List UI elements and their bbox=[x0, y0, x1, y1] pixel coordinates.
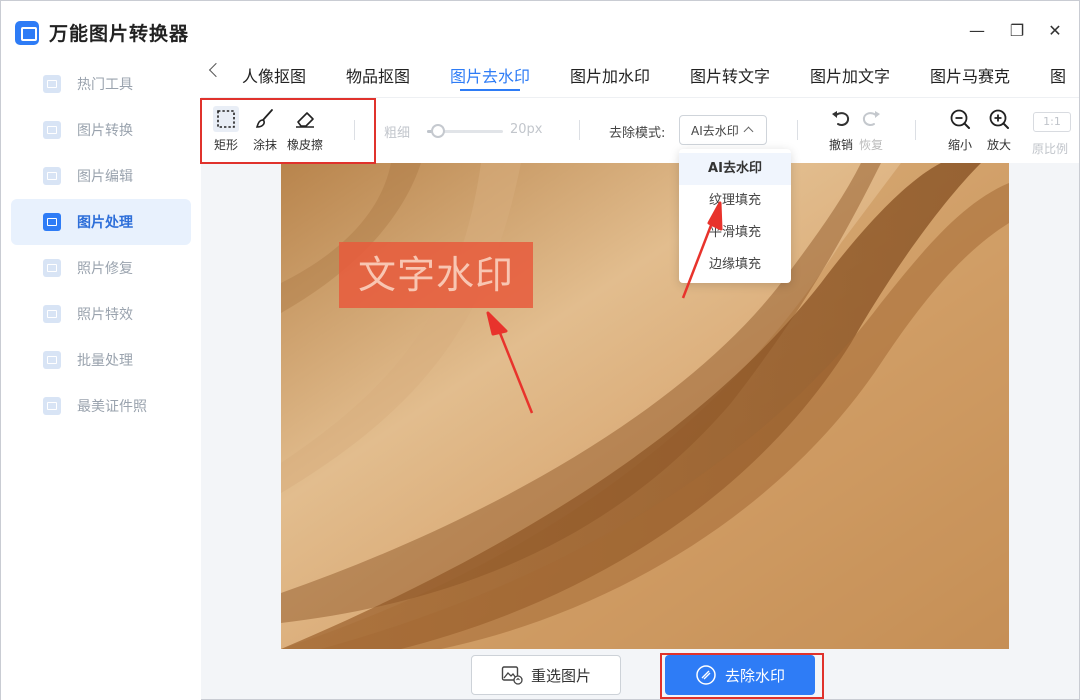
feature-tabs: 人像抠图 物品抠图 图片去水印 图片加水印 图片转文字 图片加文字 图片马赛克 … bbox=[201, 57, 1079, 91]
brush-tool-label: 涂抹 bbox=[252, 138, 277, 152]
sidebar-item-label: 热门工具 bbox=[77, 77, 133, 93]
sidebar-item-label: 图片转换 bbox=[77, 123, 133, 139]
mode-option-ai[interactable]: AI去水印 bbox=[679, 153, 791, 185]
tab-image-to-text[interactable]: 图片转文字 bbox=[690, 63, 770, 87]
hot-tools-icon bbox=[43, 75, 61, 93]
remove-mode-dropdown: AI去水印 纹理填充 平滑填充 边缘填充 bbox=[679, 149, 791, 283]
tab-portrait-cutout[interactable]: 人像抠图 bbox=[242, 63, 306, 87]
redo-icon bbox=[862, 111, 880, 126]
photo-effects-icon bbox=[43, 305, 61, 323]
sidebar-item-photo-repair[interactable]: 照片修复 bbox=[11, 245, 191, 291]
reselect-image-button[interactable]: 重选图片 bbox=[471, 655, 621, 695]
rect-select-icon bbox=[213, 106, 239, 132]
eraser-tool-label: 橡皮擦 bbox=[287, 138, 324, 152]
remove-watermark-label: 去除水印 bbox=[724, 666, 785, 685]
sidebar: 万能图片转换器 热门工具 图片转换 图片编辑 图片处理 照片修复 照片特效 批量… bbox=[1, 1, 201, 700]
redo-label: 恢复 bbox=[858, 138, 883, 152]
toolbar-divider bbox=[915, 120, 916, 140]
remove-watermark-button[interactable]: 去除水印 bbox=[665, 655, 815, 695]
thickness-value: 20px bbox=[510, 122, 543, 137]
app-window: 万能图片转换器 热门工具 图片转换 图片编辑 图片处理 照片修复 照片特效 批量… bbox=[0, 0, 1080, 700]
batch-process-icon bbox=[43, 351, 61, 369]
image-convert-icon bbox=[43, 121, 61, 139]
redo-button[interactable]: 恢复 bbox=[853, 106, 889, 153]
top-bar: — ❐ ✕ 人像抠图 物品抠图 图片去水印 图片加水印 图片转文字 图片加文字 … bbox=[201, 1, 1079, 97]
sidebar-item-id-photo[interactable]: 最美证件照 bbox=[11, 383, 191, 429]
rect-tool-label: 矩形 bbox=[213, 138, 238, 152]
brush-tool-button[interactable]: 涂抹 bbox=[247, 106, 283, 153]
zoom-in-button[interactable]: 放大 bbox=[981, 106, 1017, 153]
sidebar-item-batch-process[interactable]: 批量处理 bbox=[11, 337, 191, 383]
sidebar-item-photo-effects[interactable]: 照片特效 bbox=[11, 291, 191, 337]
eraser-icon bbox=[296, 112, 314, 128]
bottom-bar: 重选图片 去除水印 bbox=[201, 649, 1079, 699]
zoom-in-icon bbox=[989, 109, 1009, 129]
reselect-image-label: 重选图片 bbox=[530, 666, 591, 685]
tab-add-text[interactable]: 图片加文字 bbox=[810, 63, 890, 87]
remove-watermark-icon bbox=[696, 665, 716, 685]
sidebar-item-label: 批量处理 bbox=[77, 353, 133, 369]
image-process-icon bbox=[43, 213, 61, 231]
rect-tool-button[interactable]: 矩形 bbox=[208, 106, 244, 153]
tab-object-cutout[interactable]: 物品抠图 bbox=[346, 63, 410, 87]
zoom-out-button[interactable]: 缩小 bbox=[942, 106, 978, 153]
id-photo-icon bbox=[43, 397, 61, 415]
sidebar-item-label: 最美证件照 bbox=[77, 399, 147, 415]
toolbar-divider bbox=[354, 120, 355, 140]
zoom-out-icon bbox=[950, 109, 970, 129]
tab-add-watermark[interactable]: 图片加水印 bbox=[570, 63, 650, 87]
remove-mode-value: AI去水印 bbox=[691, 124, 739, 138]
thickness-label: 粗细 bbox=[384, 126, 411, 141]
image-edit-icon bbox=[43, 167, 61, 185]
remove-mode-label: 去除模式: bbox=[609, 126, 666, 141]
zoom-in-label: 放大 bbox=[986, 138, 1011, 152]
active-tab-indicator bbox=[460, 89, 520, 91]
mode-option-edge-fill[interactable]: 边缘填充 bbox=[679, 249, 791, 281]
tab-remove-watermark[interactable]: 图片去水印 bbox=[450, 63, 530, 87]
app-title: 万能图片转换器 bbox=[49, 23, 190, 45]
zoom-out-label: 缩小 bbox=[947, 138, 972, 152]
minimize-button[interactable]: — bbox=[967, 21, 987, 40]
original-ratio-button[interactable]: 1:1 bbox=[1033, 112, 1071, 132]
maximize-button[interactable]: ❐ bbox=[1007, 21, 1027, 40]
sidebar-item-hot-tools[interactable]: 热门工具 bbox=[11, 61, 191, 107]
chevron-up-icon bbox=[743, 126, 754, 137]
thickness-slider-handle[interactable] bbox=[431, 124, 446, 138]
tab-more[interactable]: 图 bbox=[1050, 63, 1066, 87]
sidebar-nav: 热门工具 图片转换 图片编辑 图片处理 照片修复 照片特效 批量处理 最美证件照 bbox=[11, 61, 191, 429]
sidebar-item-image-process[interactable]: 图片处理 bbox=[11, 199, 191, 245]
sidebar-item-label: 照片特效 bbox=[77, 307, 133, 323]
sidebar-item-image-convert[interactable]: 图片转换 bbox=[11, 107, 191, 153]
original-ratio-label: 原比例 bbox=[1032, 142, 1069, 156]
sidebar-item-label: 图片编辑 bbox=[77, 169, 133, 185]
close-button[interactable]: ✕ bbox=[1045, 21, 1065, 40]
background-image bbox=[281, 163, 1009, 649]
photo-repair-icon bbox=[43, 259, 61, 277]
app-logo-icon bbox=[15, 21, 39, 45]
undo-icon bbox=[832, 111, 850, 126]
brush-icon bbox=[255, 109, 273, 128]
tabs-scroll-left-icon[interactable] bbox=[208, 62, 224, 78]
image-canvas[interactable]: 文字水印 bbox=[281, 163, 1009, 649]
toolbar-divider bbox=[797, 120, 798, 140]
mode-option-smooth-fill[interactable]: 平滑填充 bbox=[679, 217, 791, 249]
toolbar: 矩形 涂抹 橡皮擦 粗细 20px 去除模式: AI去水印 撤销 恢复 缩小 放… bbox=[201, 97, 1079, 163]
image-refresh-icon bbox=[501, 666, 523, 685]
sidebar-item-label: 照片修复 bbox=[77, 261, 133, 277]
eraser-tool-button[interactable]: 橡皮擦 bbox=[287, 106, 323, 153]
main-panel: — ❐ ✕ 人像抠图 物品抠图 图片去水印 图片加水印 图片转文字 图片加文字 … bbox=[201, 1, 1079, 699]
mode-option-texture-fill[interactable]: 纹理填充 bbox=[679, 185, 791, 217]
watermark-text[interactable]: 文字水印 bbox=[339, 242, 533, 308]
remove-mode-select[interactable]: AI去水印 bbox=[679, 115, 767, 145]
sidebar-item-image-edit[interactable]: 图片编辑 bbox=[11, 153, 191, 199]
tab-mosaic[interactable]: 图片马赛克 bbox=[930, 63, 1010, 87]
toolbar-divider bbox=[579, 120, 580, 140]
sidebar-item-label: 图片处理 bbox=[77, 215, 133, 231]
